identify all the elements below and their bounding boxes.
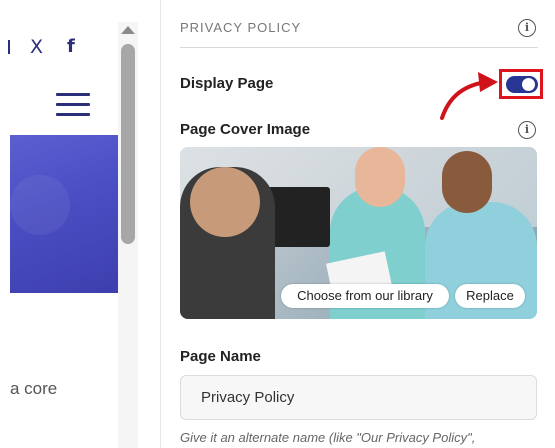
scrollbar-thumb[interactable] <box>121 44 135 244</box>
choose-library-button[interactable]: Choose from our library <box>281 284 449 308</box>
display-page-label: Display Page <box>180 75 274 92</box>
scroll-up-arrow-icon[interactable] <box>121 26 135 34</box>
cover-image-label: Page Cover Image <box>180 121 311 138</box>
site-preview-pane: X f a core <box>0 0 140 448</box>
page-name-input[interactable]: Privacy Policy <box>180 375 537 420</box>
info-icon[interactable]: i <box>518 19 536 37</box>
x-social-icon[interactable]: X <box>30 36 43 58</box>
panel-divider <box>160 0 161 448</box>
arrow-annotation-icon <box>440 72 498 120</box>
page-name-label: Page Name <box>180 348 261 365</box>
hero-decoration <box>10 175 70 235</box>
page-name-hint: Give it an alternate name (like "Our Pri… <box>180 430 476 445</box>
divider <box>8 40 10 54</box>
toggle-knob <box>522 78 535 91</box>
facebook-icon[interactable]: f <box>67 36 75 57</box>
replace-button[interactable]: Replace <box>455 284 525 308</box>
section-title: PRIVACY POLICY <box>180 20 302 35</box>
menu-icon[interactable] <box>56 93 90 117</box>
preview-body-text: a core <box>10 379 58 398</box>
section-divider <box>180 47 538 48</box>
info-icon[interactable]: i <box>518 121 536 139</box>
